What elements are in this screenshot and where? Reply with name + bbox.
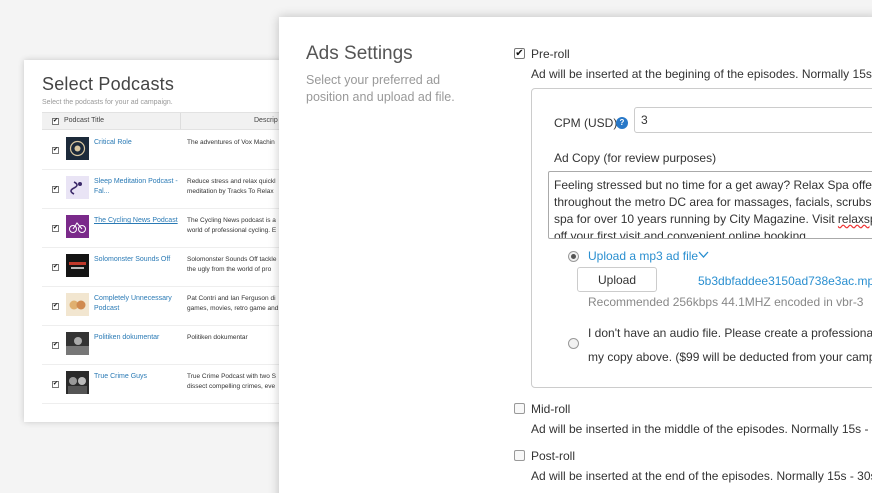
preroll-checkbox[interactable]: ✔ bbox=[514, 48, 525, 59]
upload-button[interactable]: Upload bbox=[577, 267, 657, 292]
row-checkbox[interactable]: ✔ bbox=[52, 225, 59, 232]
recommended-format-hint: Recommended 256kbps 44.1MHZ encoded in v… bbox=[588, 295, 864, 309]
podcast-thumbnail bbox=[66, 371, 89, 394]
help-icon[interactable]: ? bbox=[616, 117, 628, 129]
no-audio-option-text: I don't have an audio file. Please creat… bbox=[588, 326, 872, 364]
no-audio-radio[interactable] bbox=[568, 338, 579, 349]
ad-copy-line: spa for over 10 years running by City Ma… bbox=[554, 212, 838, 226]
row-checkbox[interactable]: ✔ bbox=[52, 186, 59, 193]
podcast-title-link[interactable]: True Crime Guys bbox=[94, 372, 180, 382]
podcast-title-link[interactable]: The Cycling News Podcast bbox=[94, 216, 180, 226]
column-divider bbox=[180, 113, 181, 129]
row-checkbox[interactable]: ✔ bbox=[52, 381, 59, 388]
ads-settings-panel: Ads Settings Select your preferred ad po… bbox=[279, 17, 872, 493]
podcasts-title: Select Podcasts bbox=[42, 74, 175, 94]
ad-copy-label: Ad Copy (for review purposes) bbox=[554, 151, 717, 165]
podcast-thumbnail bbox=[66, 332, 89, 355]
podcast-thumbnail bbox=[66, 293, 89, 316]
podcast-title-link[interactable]: Politiken dokumentar bbox=[94, 333, 180, 343]
podcast-title-link[interactable]: Critical Role bbox=[94, 138, 180, 148]
row-checkbox[interactable]: ✔ bbox=[52, 342, 59, 349]
row-checkbox[interactable]: ✔ bbox=[52, 303, 59, 310]
preroll-label: Pre-roll bbox=[531, 47, 570, 61]
midroll-note: Ad will be inserted in the middle of the… bbox=[531, 422, 869, 436]
podcast-title-link[interactable]: Completely Unnecessary Podcast bbox=[94, 294, 180, 314]
ad-copy-line: throughout the metro DC area for massage… bbox=[554, 195, 872, 209]
preroll-settings-box: CPM (USD): ? Ad Copy (for review purpose… bbox=[531, 88, 872, 388]
podcast-title-link[interactable]: Solomonster Sounds Off bbox=[94, 255, 180, 265]
podcast-thumbnail bbox=[66, 254, 89, 277]
column-podcast-title[interactable]: Podcast Title bbox=[64, 117, 104, 124]
podcast-thumbnail bbox=[66, 137, 89, 160]
ad-copy-line: Feeling stressed but no time for a get a… bbox=[554, 178, 872, 192]
podcast-thumbnail bbox=[66, 176, 89, 199]
upload-file-radio[interactable] bbox=[568, 251, 579, 262]
midroll-checkbox[interactable] bbox=[514, 403, 525, 414]
ads-settings-title: Ads Settings bbox=[306, 43, 413, 64]
row-checkbox[interactable]: ✔ bbox=[52, 147, 59, 154]
podcasts-subtitle: Select the podcasts for your ad campaign… bbox=[42, 99, 173, 106]
cpm-label: CPM (USD): bbox=[554, 116, 621, 130]
ad-copy-textarea[interactable]: Feeling stressed but no time for a get a… bbox=[548, 171, 872, 239]
chevron-down-icon[interactable] bbox=[698, 251, 709, 259]
misspelled-word: relaxsp bbox=[837, 212, 872, 226]
postroll-label: Post-roll bbox=[531, 449, 576, 463]
postroll-checkbox[interactable] bbox=[514, 450, 525, 461]
cpm-input[interactable] bbox=[634, 107, 872, 133]
column-description[interactable]: Descrip bbox=[254, 117, 278, 124]
row-checkbox[interactable]: ✔ bbox=[52, 264, 59, 271]
midroll-label: Mid-roll bbox=[531, 402, 571, 416]
ad-copy-line: off your first visit and convenient onli… bbox=[554, 229, 810, 239]
podcast-title-link[interactable]: Sleep Meditation Podcast - Fal... bbox=[94, 177, 180, 197]
ads-settings-description: Select your preferred ad position and up… bbox=[306, 73, 455, 104]
select-all-checkbox[interactable]: ✔ bbox=[52, 118, 59, 125]
podcast-thumbnail bbox=[66, 215, 89, 238]
preroll-note: Ad will be inserted at the begining of t… bbox=[531, 67, 872, 81]
postroll-note: Ad will be inserted at the end of the ep… bbox=[531, 469, 872, 483]
upload-mp3-link[interactable]: Upload a mp3 ad file bbox=[588, 249, 698, 263]
uploaded-filename[interactable]: 5b3dbfaddee3150ad738e3ac.mp bbox=[698, 274, 872, 288]
